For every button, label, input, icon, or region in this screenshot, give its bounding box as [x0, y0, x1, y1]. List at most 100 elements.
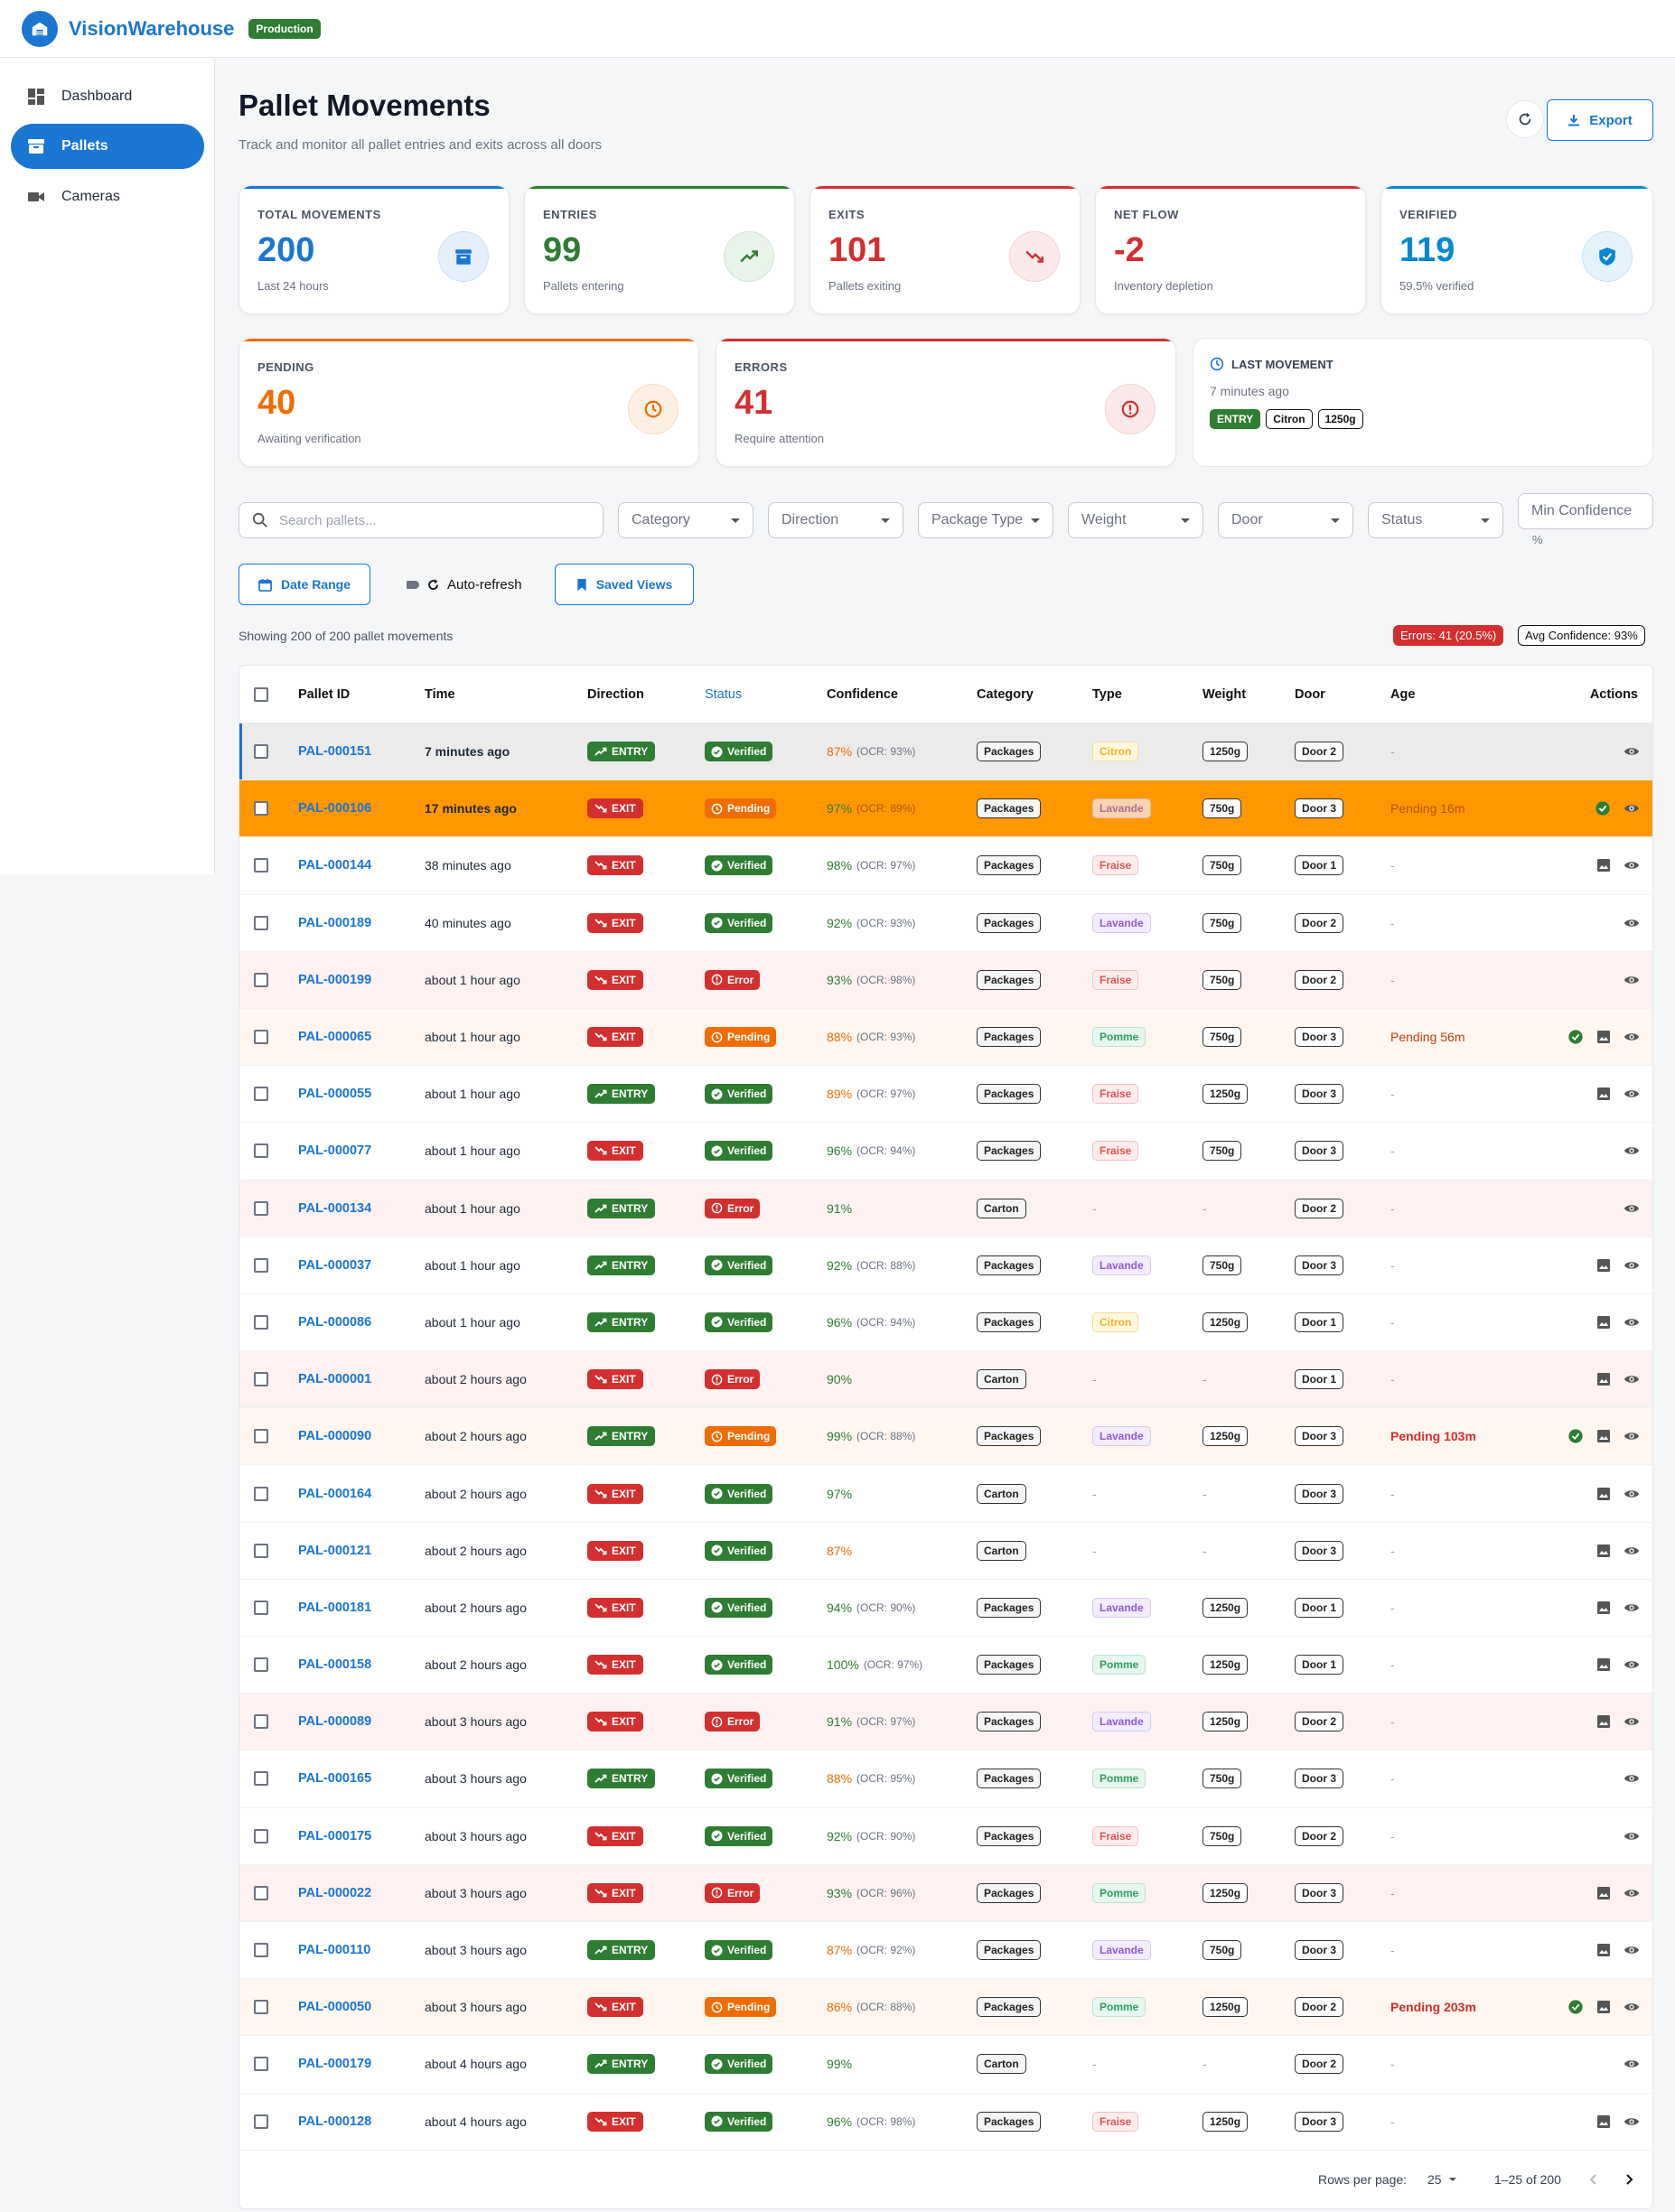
table-row[interactable]: PAL-000164 about 2 hours ago EXIT Verified 9… [239, 1465, 1652, 1523]
pallet-id-link[interactable]: PAL-000077 [298, 1143, 371, 1158]
view-image-button[interactable] [1596, 1429, 1611, 1443]
view-details-button[interactable] [1624, 1772, 1640, 1785]
view-image-button[interactable] [1596, 1714, 1611, 1729]
door-select[interactable]: Door [1218, 502, 1353, 538]
view-image-button[interactable] [1596, 1657, 1611, 1672]
row-checkbox[interactable] [254, 2057, 268, 2072]
row-checkbox[interactable] [254, 1030, 268, 1045]
view-details-button[interactable] [1624, 1087, 1640, 1100]
view-image-button[interactable] [1596, 1087, 1611, 1101]
verify-button[interactable] [1567, 1428, 1584, 1444]
table-row[interactable]: PAL-000151 7 minutes ago ENTRY Verified 87%(… [239, 723, 1652, 781]
pallet-id-link[interactable]: PAL-000151 [298, 744, 371, 759]
table-row[interactable]: PAL-000121 about 2 hours ago EXIT Verified 8… [239, 1522, 1652, 1580]
row-checkbox[interactable] [254, 1143, 268, 1159]
table-row[interactable]: PAL-000050 about 3 hours ago EXIT Pending 86… [239, 1979, 1652, 2037]
pallet-id-link[interactable]: PAL-000037 [298, 1258, 371, 1273]
col-time[interactable]: Time [425, 666, 455, 723]
table-row[interactable]: PAL-000199 about 1 hour ago EXIT Error 93% (O… [239, 951, 1652, 1009]
search-input[interactable]: Search pallets... [239, 502, 604, 538]
pallet-id-link[interactable]: PAL-000199 [298, 973, 371, 987]
view-details-button[interactable] [1624, 1658, 1640, 1671]
next-page-button[interactable] [1624, 2151, 1634, 2208]
pallet-id-link[interactable]: PAL-000144 [298, 858, 371, 873]
col-door[interactable]: Door [1295, 666, 1325, 723]
pallet-id-link[interactable]: PAL-000175 [298, 1829, 371, 1843]
col-type[interactable]: Type [1092, 666, 1122, 723]
view-image-button[interactable] [1596, 2000, 1611, 2014]
category-select[interactable]: Category [618, 502, 753, 538]
pallet-id-link[interactable]: PAL-000001 [298, 1372, 371, 1386]
view-details-button[interactable] [1624, 745, 1640, 758]
view-image-button[interactable] [1596, 858, 1611, 873]
view-image-button[interactable] [1596, 1544, 1611, 1558]
view-details-button[interactable] [1624, 2058, 1640, 2070]
row-checkbox[interactable] [254, 1087, 268, 1102]
table-row[interactable]: PAL-000189 40 minutes ago EXIT Verified 92%(… [239, 894, 1652, 952]
view-details-button[interactable] [1624, 1316, 1640, 1329]
table-row[interactable]: PAL-000179 about 4 hours ago ENTRY Verified… [239, 2036, 1652, 2094]
view-details-button[interactable] [1624, 1944, 1640, 1956]
row-checkbox[interactable] [254, 1714, 268, 1730]
date-range-button[interactable]: Date Range [239, 564, 370, 605]
view-image-button[interactable] [1596, 1030, 1611, 1044]
col-category[interactable]: Category [977, 666, 1034, 723]
row-checkbox[interactable] [254, 801, 268, 817]
table-row[interactable]: PAL-000106 17 minutes ago EXIT Pending 97% (O… [239, 780, 1652, 838]
view-details-button[interactable] [1624, 1202, 1640, 1215]
pallet-id-link[interactable]: PAL-000181 [298, 1601, 371, 1615]
pallet-id-link[interactable]: PAL-000110 [298, 1943, 370, 1957]
view-details-button[interactable] [1624, 1373, 1640, 1386]
table-row[interactable]: PAL-000128 about 4 hours ago EXIT Verified 9… [239, 2093, 1652, 2151]
row-checkbox[interactable] [254, 1657, 268, 1673]
pallet-id-link[interactable]: PAL-000158 [298, 1657, 371, 1672]
pallet-id-link[interactable]: PAL-000055 [298, 1087, 371, 1101]
col-status[interactable]: Status [705, 666, 742, 723]
rows-per-page-select[interactable]: 25 [1427, 2151, 1456, 2208]
col-direction[interactable]: Direction [587, 666, 644, 723]
row-checkbox[interactable] [254, 1543, 268, 1558]
view-details-button[interactable] [1624, 1488, 1640, 1500]
pallet-id-link[interactable]: PAL-000106 [298, 801, 371, 816]
pallet-id-link[interactable]: PAL-000164 [298, 1487, 371, 1501]
col-pallet-id[interactable]: Pallet ID [298, 666, 350, 723]
row-checkbox[interactable] [254, 744, 268, 760]
col-confidence[interactable]: Confidence [827, 666, 898, 723]
view-details-button[interactable] [1624, 1715, 1640, 1728]
table-row[interactable]: PAL-000022 about 3 hours ago EXIT Error 93%(… [239, 1864, 1652, 1922]
table-row[interactable]: PAL-000110 about 3 hours ago ENTRY Verified… [239, 1921, 1652, 1980]
pallet-id-link[interactable]: PAL-000134 [298, 1201, 371, 1216]
pallet-id-link[interactable]: PAL-000189 [298, 916, 371, 930]
view-details-button[interactable] [1624, 1887, 1640, 1899]
table-row[interactable]: PAL-000090 about 2 hours ago ENTRY Pending 9… [239, 1408, 1652, 1466]
row-checkbox[interactable] [254, 1771, 268, 1787]
verify-button[interactable] [1595, 800, 1611, 817]
refresh-button[interactable] [1506, 100, 1544, 138]
view-image-button[interactable] [1596, 1601, 1611, 1615]
saved-views-button[interactable]: Saved Views [555, 564, 694, 605]
row-checkbox[interactable] [254, 972, 268, 987]
view-details-button[interactable] [1624, 859, 1640, 872]
weight-select[interactable]: Weight [1068, 502, 1203, 538]
col-weight[interactable]: Weight [1202, 666, 1246, 723]
pallet-id-link[interactable]: PAL-000165 [298, 1771, 371, 1786]
auto-refresh-toggle[interactable]: Auto-refresh [407, 564, 522, 605]
view-details-button[interactable] [1624, 917, 1640, 929]
view-details-button[interactable] [1624, 802, 1640, 815]
sidebar-item-dashboard[interactable]: Dashboard [11, 74, 204, 119]
row-checkbox[interactable] [254, 1372, 268, 1387]
row-checkbox[interactable] [254, 915, 268, 930]
sidebar-item-cameras[interactable]: Cameras [11, 174, 204, 219]
table-row[interactable]: PAL-000055 about 1 hour ago ENTRY Verified 8… [239, 1066, 1652, 1124]
table-row[interactable]: PAL-000065 about 1 hour ago EXIT Pending 88%… [239, 1008, 1652, 1067]
view-details-button[interactable] [1624, 2001, 1640, 2013]
view-image-button[interactable] [1596, 1315, 1611, 1330]
table-row[interactable]: PAL-000175 about 3 hours ago EXIT Verified 9… [239, 1807, 1652, 1865]
row-checkbox[interactable] [254, 1200, 268, 1216]
direction-select[interactable]: Direction [768, 502, 903, 538]
row-checkbox[interactable] [254, 1885, 268, 1900]
min-confidence-input[interactable]: Min Confidence [1518, 493, 1653, 529]
row-checkbox[interactable] [254, 1429, 268, 1444]
view-image-button[interactable] [1596, 1258, 1611, 1273]
view-details-button[interactable] [1624, 1545, 1640, 1557]
